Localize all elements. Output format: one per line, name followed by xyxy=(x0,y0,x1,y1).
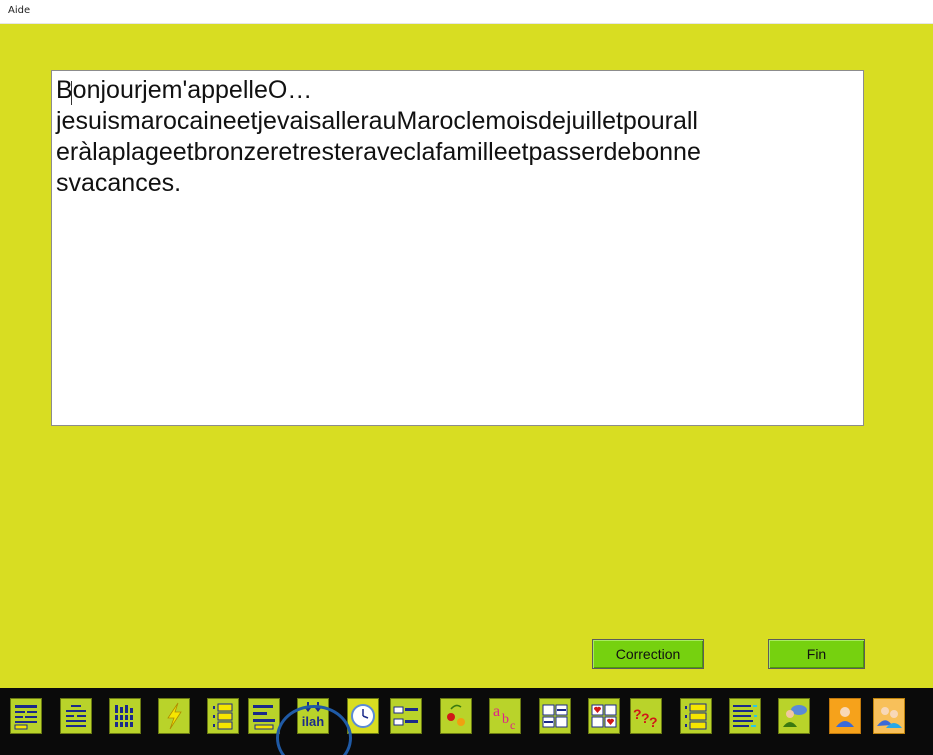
correction-button[interactable]: Correction xyxy=(592,639,704,669)
tool-question-marks[interactable]: ? ? ? xyxy=(630,698,662,734)
word-grid-icon xyxy=(14,705,37,730)
tool-users-chat[interactable] xyxy=(778,698,810,734)
tool-word-blocks[interactable] xyxy=(60,698,92,734)
tool-word-grid[interactable] xyxy=(10,698,42,734)
fill-grid-icon xyxy=(542,704,568,728)
tool-word-lines[interactable] xyxy=(248,698,280,734)
users-chat-icon xyxy=(783,705,807,727)
word-cards-icon xyxy=(393,706,418,726)
menu-bar: Aide xyxy=(0,0,933,24)
stacked-lines-icon xyxy=(685,703,707,730)
lightning-icon xyxy=(167,702,182,730)
text-editor[interactable]: Bonjourjem'appelleO… jesuismarocaineetje… xyxy=(51,70,864,426)
hearts-grid-icon xyxy=(591,704,617,728)
word-blocks-icon xyxy=(66,705,86,727)
abc-icon: a b c xyxy=(493,703,515,732)
tool-hearts-grid[interactable] xyxy=(588,698,620,734)
cherries-icon xyxy=(447,704,465,726)
svg-text:c: c xyxy=(510,718,515,732)
tool-word-separate[interactable]: ilah xyxy=(297,698,329,734)
clock-icon xyxy=(351,704,375,728)
letter-columns-icon xyxy=(114,705,136,727)
text-caret xyxy=(71,81,72,105)
letter-matrix-icon xyxy=(733,705,757,727)
single-user-icon xyxy=(836,707,854,727)
text-content[interactable]: Bonjourjem'appelleO… jesuismarocaineetje… xyxy=(56,75,857,199)
text-line-content: Bonjourjem'appelleO… xyxy=(56,76,313,104)
tool-letter-columns[interactable] xyxy=(109,698,141,734)
question-marks-icon: ? ? ? xyxy=(633,706,658,730)
tool-letter-matrix[interactable] xyxy=(729,698,761,734)
tool-word-separate-label: ilah xyxy=(301,714,325,729)
text-line: svacances. xyxy=(56,169,182,197)
numbered-list-icon xyxy=(213,703,233,730)
multi-user-icon xyxy=(877,707,902,728)
tool-single-user[interactable] xyxy=(829,698,861,734)
text-line: Bonjourjem'appelleO… xyxy=(56,75,857,106)
tool-fill-grid[interactable] xyxy=(539,698,571,734)
svg-text:b: b xyxy=(502,712,509,727)
tool-word-cards[interactable] xyxy=(390,698,422,734)
svg-text:a: a xyxy=(493,703,500,720)
tool-abc[interactable]: a b c xyxy=(489,698,521,734)
word-lines-icon xyxy=(253,705,275,730)
tool-stacked-lines[interactable] xyxy=(680,698,712,734)
tool-numbered-list[interactable] xyxy=(207,698,239,734)
tool-lightning[interactable] xyxy=(158,698,190,734)
svg-text:?: ? xyxy=(649,714,658,730)
exercise-toolbar: ilah a b c ? ? ? xyxy=(0,688,933,755)
text-line: jesuismarocaineetjevaisallerauMaroclemoi… xyxy=(56,107,698,135)
tool-clock[interactable] xyxy=(347,698,379,734)
fin-button[interactable]: Fin xyxy=(768,639,865,669)
menu-item-aide[interactable]: Aide xyxy=(8,5,30,16)
text-line: eràlaplageetbronzeretresteraveclafamille… xyxy=(56,138,701,166)
tool-multi-user[interactable] xyxy=(873,698,905,734)
tool-cherries[interactable] xyxy=(440,698,472,734)
